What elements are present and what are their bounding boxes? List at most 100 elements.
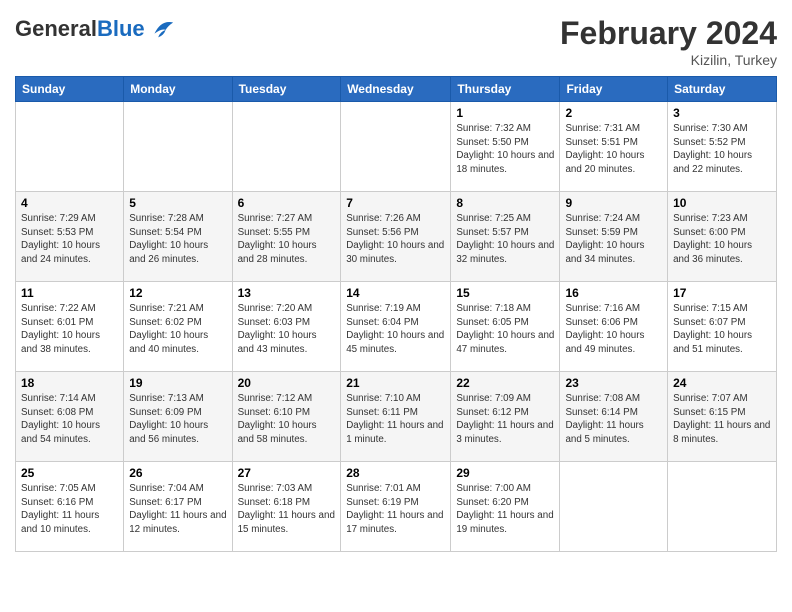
sunset-text: Sunset: 6:15 PM xyxy=(673,407,745,418)
daylight-text: Daylight: 10 hours and 36 minutes. xyxy=(673,240,752,265)
table-row: 12 Sunrise: 7:21 AM Sunset: 6:02 PM Dayl… xyxy=(124,282,232,372)
daylight-text: Daylight: 11 hours and 3 minutes. xyxy=(456,420,553,445)
logo-blue: Blue xyxy=(97,16,145,41)
sunrise-text: Sunrise: 7:07 AM xyxy=(673,393,748,404)
daylight-text: Daylight: 11 hours and 5 minutes. xyxy=(565,420,643,445)
sunset-text: Sunset: 6:08 PM xyxy=(21,407,93,418)
logo: GeneralBlue xyxy=(15,15,175,43)
sunrise-text: Sunrise: 7:23 AM xyxy=(673,213,748,224)
daylight-text: Daylight: 11 hours and 8 minutes. xyxy=(673,420,770,445)
daylight-text: Daylight: 10 hours and 38 minutes. xyxy=(21,330,100,355)
day-info: Sunrise: 7:15 AM Sunset: 6:07 PM Dayligh… xyxy=(673,302,771,357)
table-row: 15 Sunrise: 7:18 AM Sunset: 6:05 PM Dayl… xyxy=(451,282,560,372)
sunset-text: Sunset: 6:17 PM xyxy=(129,497,201,508)
daylight-text: Daylight: 10 hours and 40 minutes. xyxy=(129,330,208,355)
day-number: 9 xyxy=(565,196,662,210)
sunrise-text: Sunrise: 7:03 AM xyxy=(238,483,313,494)
day-info: Sunrise: 7:18 AM Sunset: 6:05 PM Dayligh… xyxy=(456,302,554,357)
table-row: 10 Sunrise: 7:23 AM Sunset: 6:00 PM Dayl… xyxy=(668,192,777,282)
day-info: Sunrise: 7:03 AM Sunset: 6:18 PM Dayligh… xyxy=(238,482,336,537)
sunset-text: Sunset: 6:10 PM xyxy=(238,407,310,418)
daylight-text: Daylight: 11 hours and 1 minute. xyxy=(346,420,443,445)
day-number: 14 xyxy=(346,286,445,300)
table-row: 13 Sunrise: 7:20 AM Sunset: 6:03 PM Dayl… xyxy=(232,282,341,372)
daylight-text: Daylight: 10 hours and 26 minutes. xyxy=(129,240,208,265)
table-row: 1 Sunrise: 7:32 AM Sunset: 5:50 PM Dayli… xyxy=(451,102,560,192)
day-info: Sunrise: 7:32 AM Sunset: 5:50 PM Dayligh… xyxy=(456,122,554,177)
sunrise-text: Sunrise: 7:31 AM xyxy=(565,123,640,134)
day-number: 6 xyxy=(238,196,336,210)
daylight-text: Daylight: 10 hours and 45 minutes. xyxy=(346,330,444,355)
day-number: 29 xyxy=(456,466,554,480)
sunset-text: Sunset: 6:16 PM xyxy=(21,497,93,508)
sunrise-text: Sunrise: 7:12 AM xyxy=(238,393,313,404)
header: GeneralBlue February 2024 Kizilin, Turke… xyxy=(15,15,777,68)
daylight-text: Daylight: 10 hours and 20 minutes. xyxy=(565,150,644,175)
sunrise-text: Sunrise: 7:15 AM xyxy=(673,303,748,314)
col-monday: Monday xyxy=(124,77,232,102)
daylight-text: Daylight: 11 hours and 15 minutes. xyxy=(238,510,335,535)
calendar-week-row: 11 Sunrise: 7:22 AM Sunset: 6:01 PM Dayl… xyxy=(16,282,777,372)
table-row: 28 Sunrise: 7:01 AM Sunset: 6:19 PM Dayl… xyxy=(341,462,451,552)
day-number: 15 xyxy=(456,286,554,300)
logo-general: General xyxy=(15,16,97,41)
daylight-text: Daylight: 10 hours and 58 minutes. xyxy=(238,420,317,445)
table-row: 4 Sunrise: 7:29 AM Sunset: 5:53 PM Dayli… xyxy=(16,192,124,282)
day-info: Sunrise: 7:12 AM Sunset: 6:10 PM Dayligh… xyxy=(238,392,336,447)
sunset-text: Sunset: 5:53 PM xyxy=(21,227,93,238)
day-info: Sunrise: 7:10 AM Sunset: 6:11 PM Dayligh… xyxy=(346,392,445,447)
day-info: Sunrise: 7:21 AM Sunset: 6:02 PM Dayligh… xyxy=(129,302,226,357)
day-number: 12 xyxy=(129,286,226,300)
sunset-text: Sunset: 6:05 PM xyxy=(456,317,528,328)
sunset-text: Sunset: 6:06 PM xyxy=(565,317,637,328)
daylight-text: Daylight: 10 hours and 56 minutes. xyxy=(129,420,208,445)
sunrise-text: Sunrise: 7:26 AM xyxy=(346,213,421,224)
day-info: Sunrise: 7:09 AM Sunset: 6:12 PM Dayligh… xyxy=(456,392,554,447)
logo-bird-icon xyxy=(147,15,175,43)
table-row: 19 Sunrise: 7:13 AM Sunset: 6:09 PM Dayl… xyxy=(124,372,232,462)
sunset-text: Sunset: 6:03 PM xyxy=(238,317,310,328)
table-row: 16 Sunrise: 7:16 AM Sunset: 6:06 PM Dayl… xyxy=(560,282,668,372)
day-number: 13 xyxy=(238,286,336,300)
table-row: 26 Sunrise: 7:04 AM Sunset: 6:17 PM Dayl… xyxy=(124,462,232,552)
daylight-text: Daylight: 10 hours and 18 minutes. xyxy=(456,150,554,175)
month-title: February 2024 xyxy=(560,15,777,52)
sunset-text: Sunset: 5:51 PM xyxy=(565,137,637,148)
sunrise-text: Sunrise: 7:21 AM xyxy=(129,303,204,314)
day-info: Sunrise: 7:28 AM Sunset: 5:54 PM Dayligh… xyxy=(129,212,226,267)
table-row: 24 Sunrise: 7:07 AM Sunset: 6:15 PM Dayl… xyxy=(668,372,777,462)
sunrise-text: Sunrise: 7:32 AM xyxy=(456,123,531,134)
sunrise-text: Sunrise: 7:25 AM xyxy=(456,213,531,224)
sunset-text: Sunset: 6:11 PM xyxy=(346,407,418,418)
calendar-week-row: 25 Sunrise: 7:05 AM Sunset: 6:16 PM Dayl… xyxy=(16,462,777,552)
day-number: 16 xyxy=(565,286,662,300)
sunrise-text: Sunrise: 7:22 AM xyxy=(21,303,96,314)
table-row: 21 Sunrise: 7:10 AM Sunset: 6:11 PM Dayl… xyxy=(341,372,451,462)
calendar-table: Sunday Monday Tuesday Wednesday Thursday… xyxy=(15,76,777,552)
sunset-text: Sunset: 6:00 PM xyxy=(673,227,745,238)
day-info: Sunrise: 7:16 AM Sunset: 6:06 PM Dayligh… xyxy=(565,302,662,357)
table-row: 23 Sunrise: 7:08 AM Sunset: 6:14 PM Dayl… xyxy=(560,372,668,462)
table-row: 14 Sunrise: 7:19 AM Sunset: 6:04 PM Dayl… xyxy=(341,282,451,372)
table-row: 18 Sunrise: 7:14 AM Sunset: 6:08 PM Dayl… xyxy=(16,372,124,462)
calendar-week-row: 18 Sunrise: 7:14 AM Sunset: 6:08 PM Dayl… xyxy=(16,372,777,462)
daylight-text: Daylight: 10 hours and 47 minutes. xyxy=(456,330,554,355)
table-row: 3 Sunrise: 7:30 AM Sunset: 5:52 PM Dayli… xyxy=(668,102,777,192)
sunrise-text: Sunrise: 7:00 AM xyxy=(456,483,531,494)
day-info: Sunrise: 7:14 AM Sunset: 6:08 PM Dayligh… xyxy=(21,392,118,447)
table-row: 9 Sunrise: 7:24 AM Sunset: 5:59 PM Dayli… xyxy=(560,192,668,282)
day-number: 17 xyxy=(673,286,771,300)
table-row xyxy=(16,102,124,192)
day-info: Sunrise: 7:26 AM Sunset: 5:56 PM Dayligh… xyxy=(346,212,445,267)
col-wednesday: Wednesday xyxy=(341,77,451,102)
day-info: Sunrise: 7:05 AM Sunset: 6:16 PM Dayligh… xyxy=(21,482,118,537)
daylight-text: Daylight: 11 hours and 19 minutes. xyxy=(456,510,553,535)
sunset-text: Sunset: 6:14 PM xyxy=(565,407,637,418)
title-block: February 2024 Kizilin, Turkey xyxy=(560,15,777,68)
day-info: Sunrise: 7:00 AM Sunset: 6:20 PM Dayligh… xyxy=(456,482,554,537)
daylight-text: Daylight: 10 hours and 43 minutes. xyxy=(238,330,317,355)
sunset-text: Sunset: 5:52 PM xyxy=(673,137,745,148)
table-row: 2 Sunrise: 7:31 AM Sunset: 5:51 PM Dayli… xyxy=(560,102,668,192)
sunset-text: Sunset: 6:04 PM xyxy=(346,317,418,328)
table-row xyxy=(560,462,668,552)
